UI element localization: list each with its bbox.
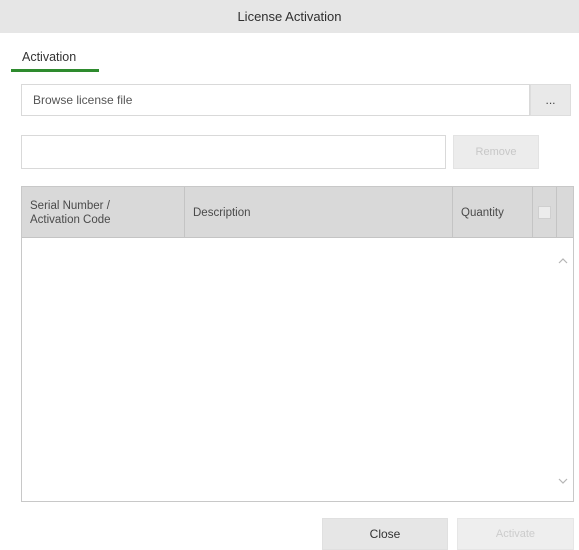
activate-button[interactable]: Activate bbox=[457, 518, 574, 550]
chevron-up-icon[interactable] bbox=[558, 255, 568, 265]
column-header-serial-line2: Activation Code bbox=[30, 213, 111, 226]
table-header: Serial Number / Activation Code Descript… bbox=[22, 187, 573, 238]
column-header-serial-line1: Serial Number / bbox=[30, 199, 110, 212]
column-header-select bbox=[533, 187, 557, 238]
close-button[interactable]: Close bbox=[322, 518, 448, 550]
active-tab-indicator bbox=[11, 69, 99, 72]
column-header-quantity[interactable]: Quantity bbox=[453, 187, 533, 238]
license-table: Serial Number / Activation Code Descript… bbox=[21, 186, 574, 502]
window-title: License Activation bbox=[237, 9, 342, 24]
column-header-serial[interactable]: Serial Number / Activation Code bbox=[22, 187, 185, 238]
column-header-filler bbox=[557, 187, 573, 238]
chevron-down-icon[interactable] bbox=[558, 475, 568, 485]
select-all-checkbox[interactable] bbox=[538, 206, 551, 219]
license-file-placeholder: Browse license file bbox=[33, 93, 133, 107]
tab-activation[interactable]: Activation bbox=[22, 50, 76, 64]
column-header-description[interactable]: Description bbox=[185, 187, 453, 238]
license-file-field[interactable]: Browse license file bbox=[21, 84, 530, 116]
serial-number-input[interactable] bbox=[21, 135, 446, 169]
remove-button[interactable]: Remove bbox=[453, 135, 539, 169]
browse-button[interactable]: ... bbox=[530, 84, 571, 116]
title-bar: License Activation bbox=[0, 0, 579, 33]
